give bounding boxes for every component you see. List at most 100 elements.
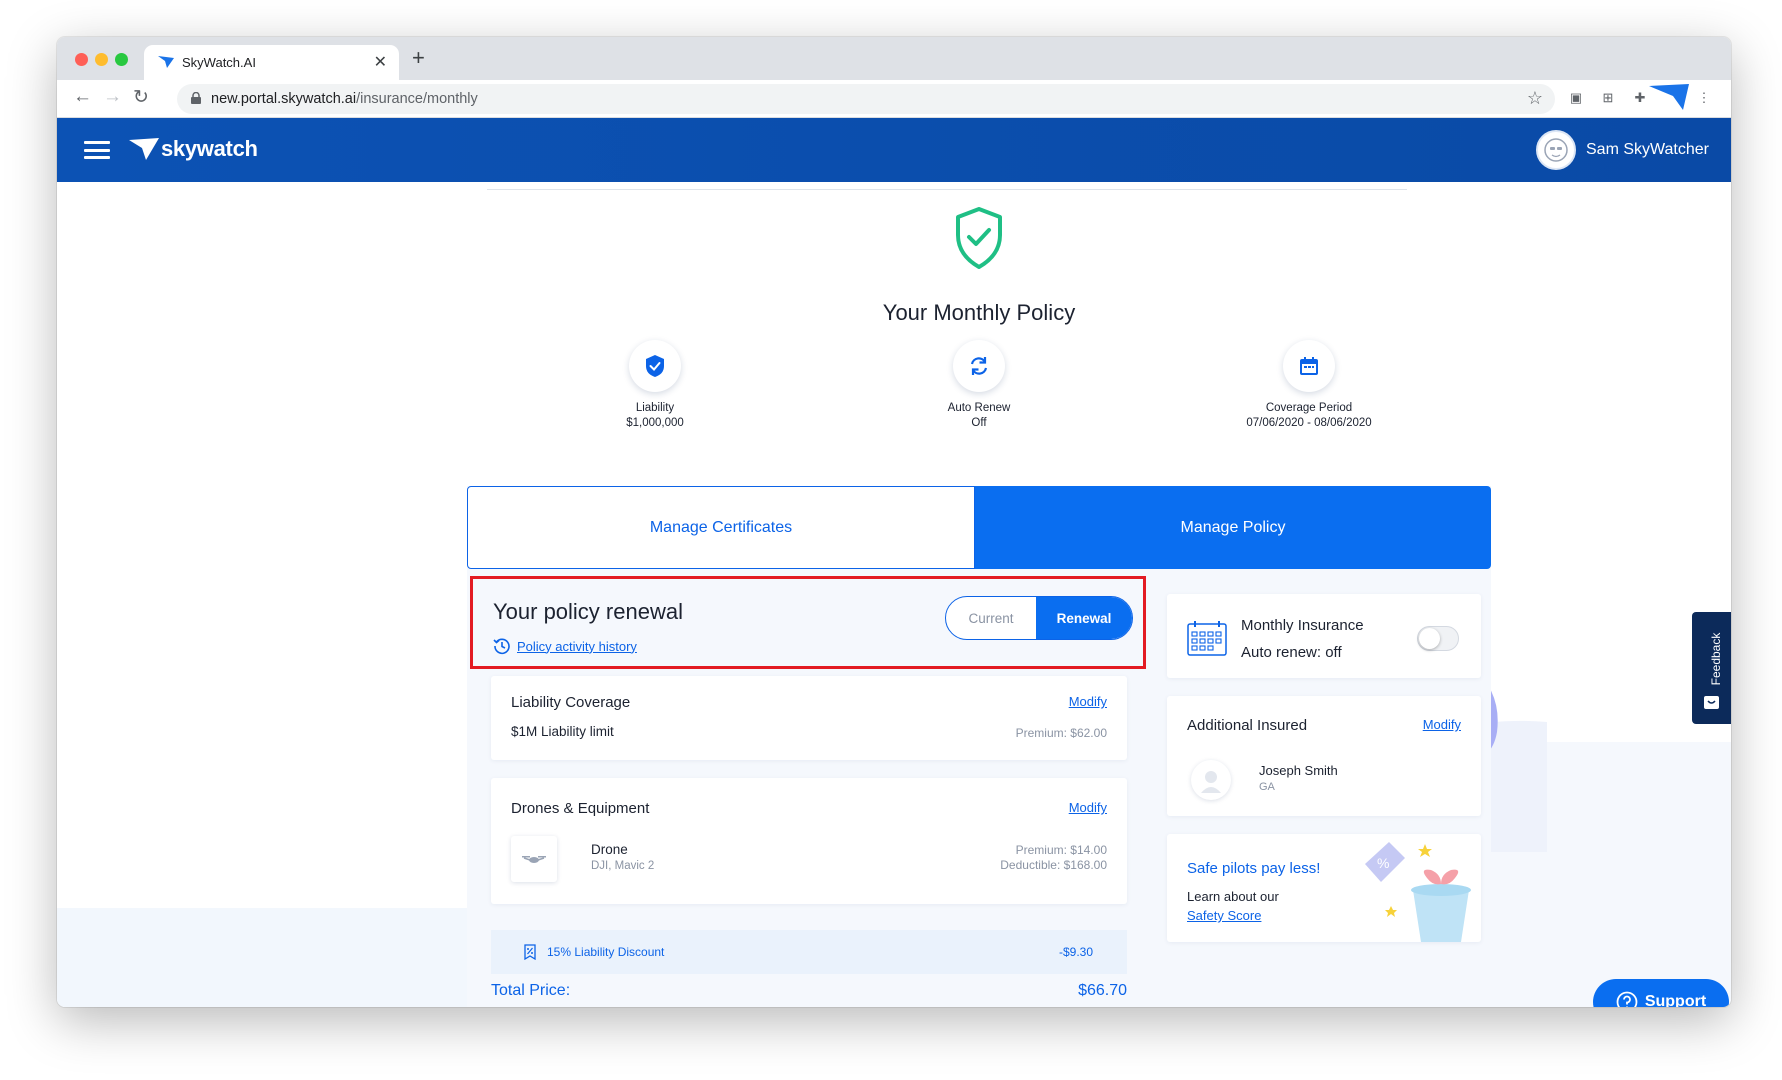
shield-check-icon [646, 355, 664, 377]
auto-renew-status: Auto renew: off [1241, 644, 1342, 661]
close-window-button[interactable] [75, 53, 88, 66]
monthly-insurance-title: Monthly Insurance [1241, 617, 1364, 634]
history-icon [493, 638, 510, 655]
drones-equipment-card: Drones & Equipment Modify Drone DJI, Mav… [491, 778, 1127, 904]
back-icon[interactable]: ← [73, 86, 92, 108]
feedback-tab[interactable]: Feedback [1692, 612, 1731, 724]
current-renewal-toggle: Current Renewal [945, 596, 1133, 640]
modify-insured-link[interactable]: Modify [1423, 717, 1461, 732]
drone-premium: Premium: $14.00 [1015, 843, 1107, 857]
url-host: new.portal.skywatch.ai [211, 91, 357, 107]
reload-icon[interactable]: ↻ [133, 86, 149, 109]
support-button[interactable]: Support [1593, 979, 1729, 1007]
browser-menu-icon[interactable]: ⋮ [1695, 89, 1713, 107]
renewal-header: Your policy renewal Policy activity hist… [470, 576, 1146, 669]
url-text: new.portal.skywatch.ai/insurance/monthly [211, 91, 478, 107]
skywatch-logo[interactable]: skywatch [129, 136, 258, 162]
tab-title: SkyWatch.AI [182, 55, 256, 70]
insured-name: Joseph Smith [1259, 763, 1338, 778]
extension-icon[interactable]: ▣ [1567, 89, 1585, 107]
current-toggle-button[interactable]: Current [946, 597, 1036, 639]
stat-icon-circle [629, 340, 681, 392]
main-content: Your Monthly Policy Liability $1,000,000… [57, 182, 1731, 1007]
skywatch-extension-icon[interactable] [1647, 82, 1691, 112]
card-title: Drones & Equipment [511, 800, 650, 817]
stat-value: $1,000,000 [626, 417, 684, 429]
monthly-insurance-card: Monthly Insurance Auto renew: off [1167, 594, 1481, 678]
close-tab-icon[interactable]: ✕ [374, 52, 387, 72]
renewal-title: Your policy renewal [493, 599, 683, 624]
additional-insured-card: Additional Insured Modify Joseph Smith G… [1167, 696, 1481, 816]
insured-avatar [1191, 760, 1231, 800]
stat-label: Liability [635, 402, 675, 414]
manage-certificates-button[interactable]: Manage Certificates [467, 486, 975, 569]
auto-renew-stat: Auto Renew Off [879, 340, 1079, 429]
skywatch-logo-icon [129, 138, 159, 160]
liability-coverage-card: Liability Coverage Modify $1M Liability … [491, 676, 1127, 760]
svg-text:%: % [1377, 855, 1389, 871]
person-icon [1201, 771, 1221, 793]
drone-model: DJI, Mavic 2 [591, 860, 655, 872]
hamburger-menu-icon[interactable] [84, 141, 110, 159]
address-bar[interactable]: new.portal.skywatch.ai/insurance/monthly… [177, 84, 1555, 114]
extension-grid-icon[interactable]: ⊞ [1599, 89, 1617, 107]
feedback-icon [1704, 696, 1719, 709]
drone-icon [522, 856, 546, 863]
safety-score-link[interactable]: Safety Score [1187, 908, 1261, 923]
liability-limit: $1M Liability limit [511, 724, 614, 739]
user-name: Sam SkyWatcher [1586, 141, 1709, 158]
liability-stat: Liability $1,000,000 [555, 340, 755, 429]
url-path: /insurance/monthly [356, 91, 478, 107]
app-header: skywatch Sam SkyWatcher [57, 118, 1731, 182]
tab-bar: SkyWatch.AI ✕ + [57, 37, 1731, 80]
new-tab-icon[interactable]: + [412, 45, 425, 71]
stat-label: Auto Renew [947, 402, 1011, 414]
card-title: Liability Coverage [511, 694, 631, 711]
minimize-window-button[interactable] [95, 53, 108, 66]
history-link-text[interactable]: Policy activity history [517, 639, 637, 654]
lock-icon [191, 92, 201, 104]
stat-value: Off [971, 417, 987, 429]
question-circle-icon [1616, 991, 1638, 1007]
user-avatar [1536, 130, 1576, 170]
modify-liability-link[interactable]: Modify [1069, 694, 1107, 709]
insured-state: GA [1259, 781, 1275, 793]
discount-row: 15% Liability Discount -$9.30 [491, 930, 1127, 974]
skywatch-favicon-icon [158, 56, 174, 68]
browser-tab[interactable]: SkyWatch.AI ✕ [144, 45, 399, 80]
support-label: Support [1644, 993, 1707, 1007]
browser-window: SkyWatch.AI ✕ + ← → ↻ new.portal.skywatc… [57, 37, 1731, 1007]
renewal-toggle-button[interactable]: Renewal [1036, 597, 1132, 639]
auto-renew-toggle[interactable] [1417, 626, 1459, 651]
sync-icon [970, 357, 988, 375]
bookmark-star-icon[interactable]: ☆ [1527, 88, 1543, 109]
maximize-window-button[interactable] [115, 53, 128, 66]
background-panel [57, 908, 467, 1007]
safety-title: Safe pilots pay less! [1187, 860, 1321, 877]
policy-panel: Your Monthly Policy Liability $1,000,000… [467, 182, 1491, 1007]
safety-score-card: Safe pilots pay less! Learn about our Sa… [1167, 834, 1481, 942]
total-value: $66.70 [1078, 982, 1127, 999]
toggle-knob [1419, 628, 1440, 649]
user-menu[interactable]: Sam SkyWatcher [1536, 130, 1709, 170]
calendar-grid-icon [1187, 621, 1227, 656]
shield-check-icon [956, 207, 1002, 269]
card-title: Additional Insured [1187, 717, 1308, 734]
discount-value: -$9.30 [1058, 945, 1093, 959]
modify-drones-link[interactable]: Modify [1069, 800, 1107, 815]
forward-icon[interactable]: → [103, 86, 122, 108]
gift-illustration: % [1365, 842, 1471, 942]
liability-premium: Premium: $62.00 [1015, 726, 1107, 740]
safety-text: Learn about our [1187, 889, 1279, 904]
total-price: Total Price: $66.70 [491, 982, 1127, 1007]
discount-tag-icon [524, 944, 536, 960]
drone-name: Drone [591, 842, 628, 857]
total-label: Total Price: [491, 982, 571, 999]
feedback-label: Feedback [1709, 632, 1723, 686]
avatar-pilot-icon [1544, 138, 1568, 162]
logo-text: skywatch [161, 136, 258, 161]
policy-history-link[interactable]: Policy activity history [493, 637, 637, 655]
browser-toolbar: ← → ↻ new.portal.skywatch.ai/insurance/m… [57, 80, 1731, 118]
drone-thumbnail [511, 836, 557, 882]
sidebar-cards: Monthly Insurance Auto renew: off Additi… [1167, 182, 1481, 1007]
